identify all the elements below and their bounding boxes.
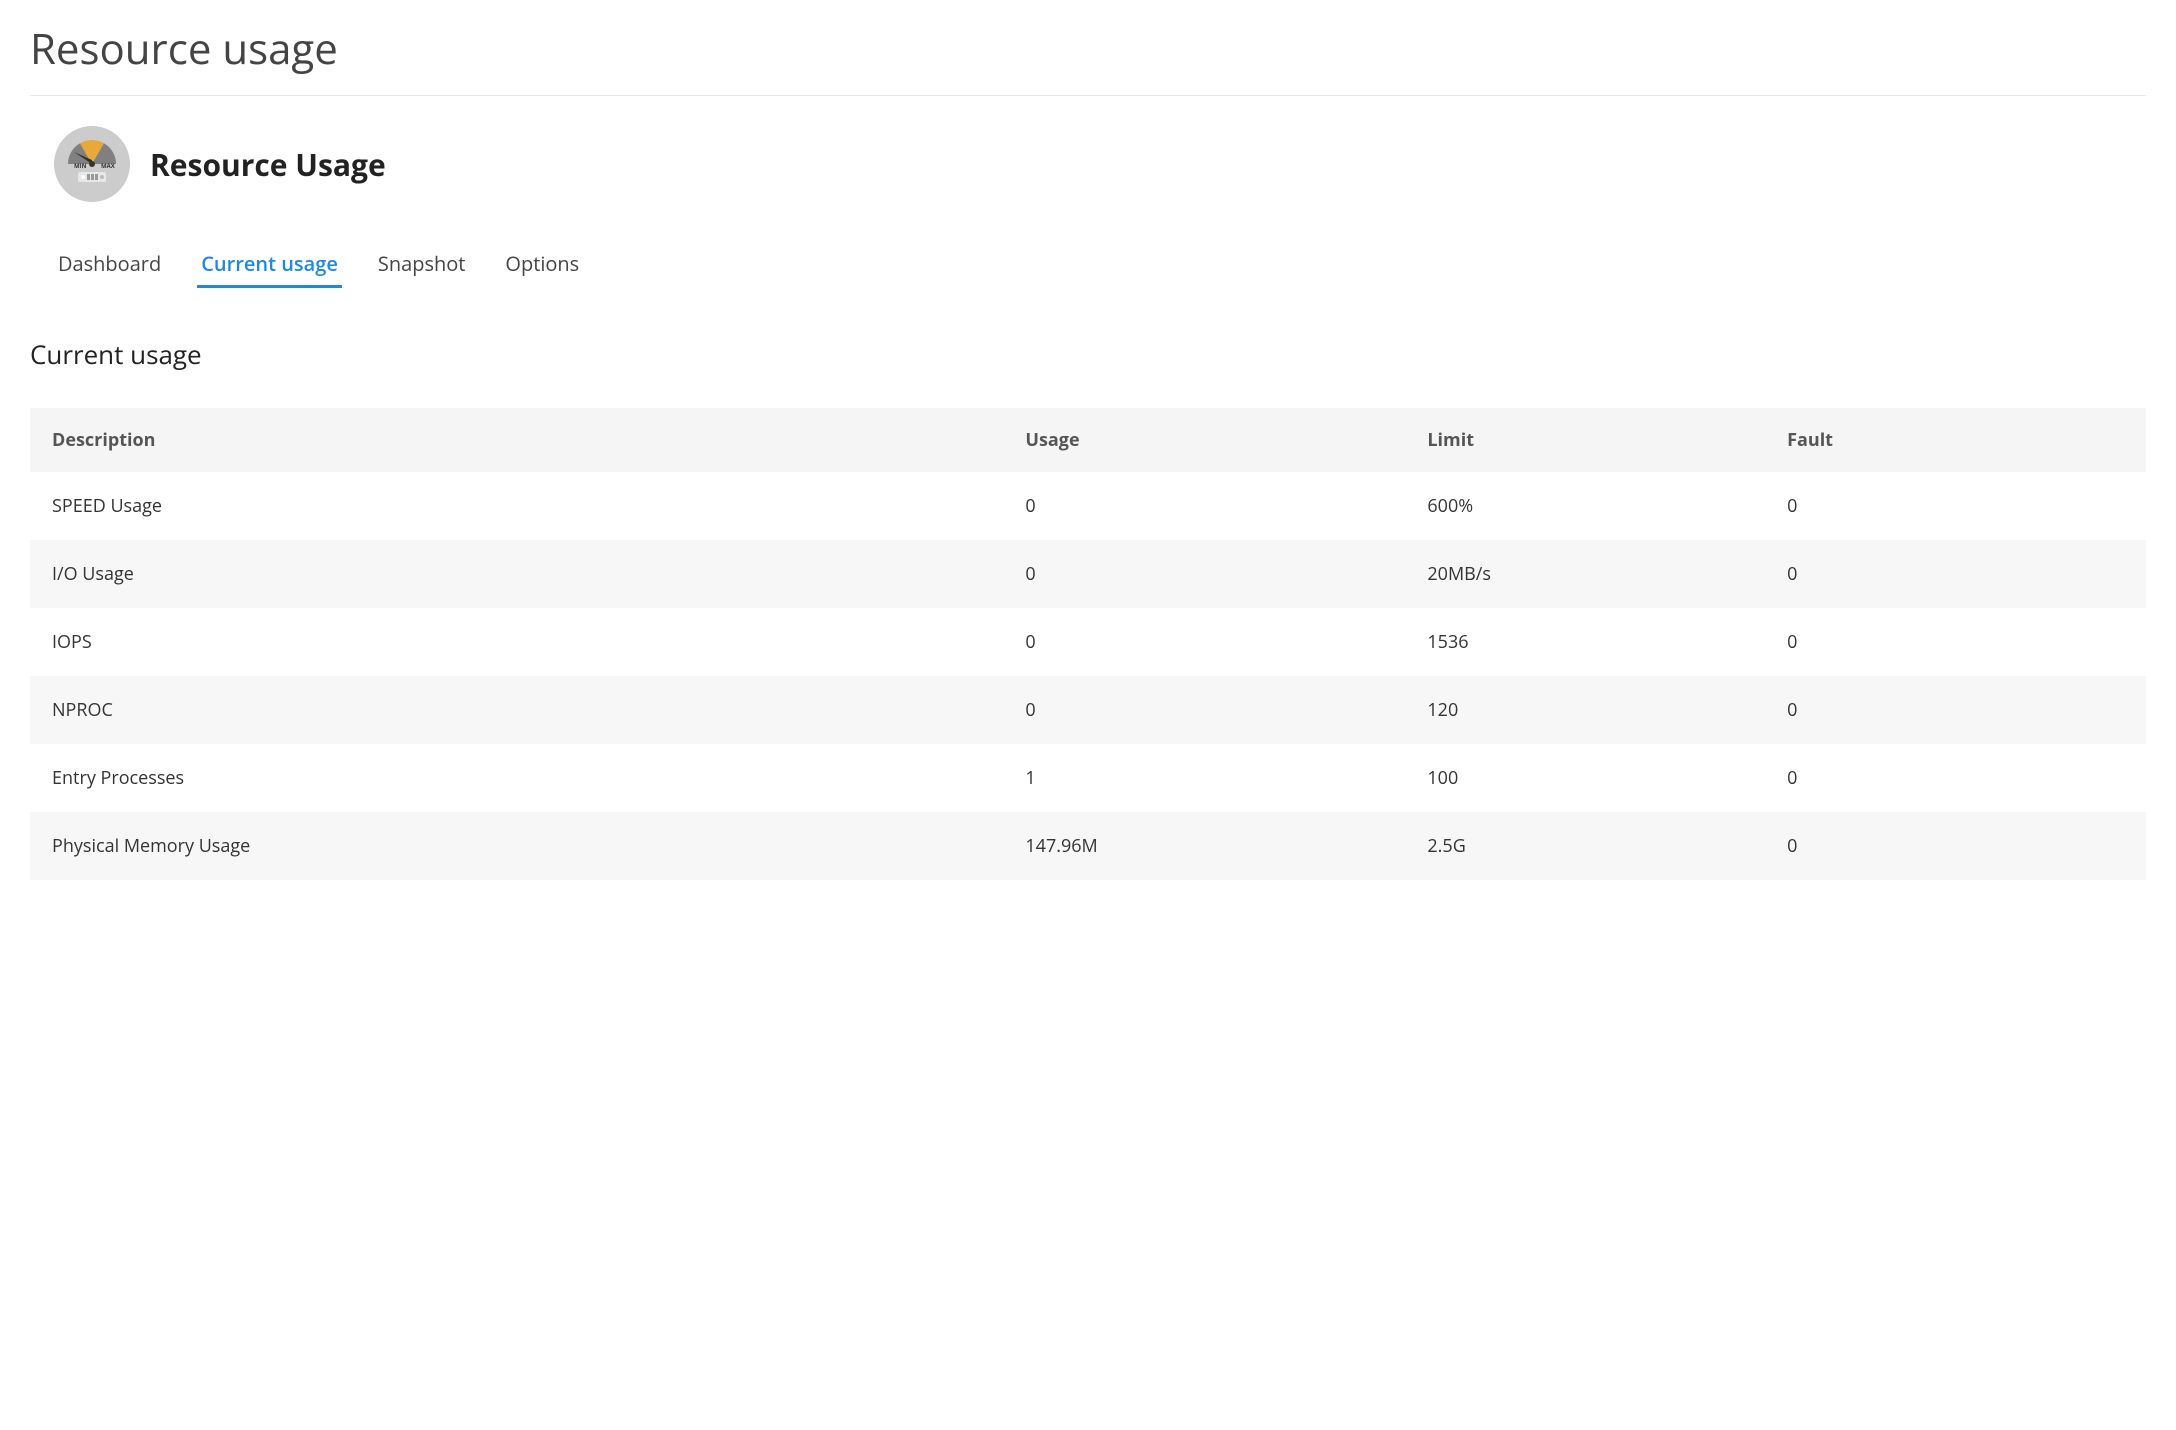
table-header-row: Description Usage Limit Fault <box>30 408 2146 472</box>
tab-current-usage[interactable]: Current usage <box>197 242 342 288</box>
cell-limit: 100 <box>1405 744 1765 812</box>
cell-limit: 1536 <box>1405 608 1765 676</box>
table-row: NPROC 0 120 0 <box>30 676 2146 744</box>
header-title: Resource Usage <box>150 144 386 185</box>
cell-description: I/O Usage <box>30 540 1003 608</box>
table-row: Physical Memory Usage 147.96M 2.5G 0 <box>30 812 2146 880</box>
tab-options[interactable]: Options <box>501 242 583 288</box>
cell-fault: 0 <box>1765 540 2146 608</box>
cell-description: IOPS <box>30 608 1003 676</box>
cell-usage: 0 <box>1003 676 1405 744</box>
cell-limit: 600% <box>1405 472 1765 540</box>
tab-dashboard[interactable]: Dashboard <box>54 242 165 288</box>
col-header-limit: Limit <box>1405 408 1765 472</box>
col-header-usage: Usage <box>1003 408 1405 472</box>
tab-snapshot[interactable]: Snapshot <box>374 242 470 288</box>
cell-fault: 0 <box>1765 676 2146 744</box>
cell-fault: 0 <box>1765 744 2146 812</box>
cell-fault: 0 <box>1765 812 2146 880</box>
cell-usage: 0 <box>1003 608 1405 676</box>
cell-fault: 0 <box>1765 472 2146 540</box>
cell-description: SPEED Usage <box>30 472 1003 540</box>
page-title: Resource usage <box>30 20 2146 96</box>
cell-limit: 120 <box>1405 676 1765 744</box>
table-row: IOPS 0 1536 0 <box>30 608 2146 676</box>
cell-fault: 0 <box>1765 608 2146 676</box>
cell-description: Physical Memory Usage <box>30 812 1003 880</box>
cell-usage: 147.96M <box>1003 812 1405 880</box>
table-row: I/O Usage 0 20MB/s 0 <box>30 540 2146 608</box>
cell-limit: 2.5G <box>1405 812 1765 880</box>
gauge-icon: MIN MAX <box>54 126 130 202</box>
svg-text:MAX: MAX <box>101 162 115 170</box>
tabs-container: Dashboard Current usage Snapshot Options <box>30 242 2146 288</box>
svg-text:MIN: MIN <box>74 162 87 170</box>
header-section: MIN MAX Resource Usage <box>30 126 2146 202</box>
col-header-description: Description <box>30 408 1003 472</box>
usage-table: Description Usage Limit Fault SPEED Usag… <box>30 408 2146 880</box>
cell-description: Entry Processes <box>30 744 1003 812</box>
cell-usage: 0 <box>1003 540 1405 608</box>
section-title: Current usage <box>30 336 2146 372</box>
table-row: Entry Processes 1 100 0 <box>30 744 2146 812</box>
table-row: SPEED Usage 0 600% 0 <box>30 472 2146 540</box>
cell-usage: 0 <box>1003 472 1405 540</box>
cell-description: NPROC <box>30 676 1003 744</box>
cell-usage: 1 <box>1003 744 1405 812</box>
cell-limit: 20MB/s <box>1405 540 1765 608</box>
col-header-fault: Fault <box>1765 408 2146 472</box>
